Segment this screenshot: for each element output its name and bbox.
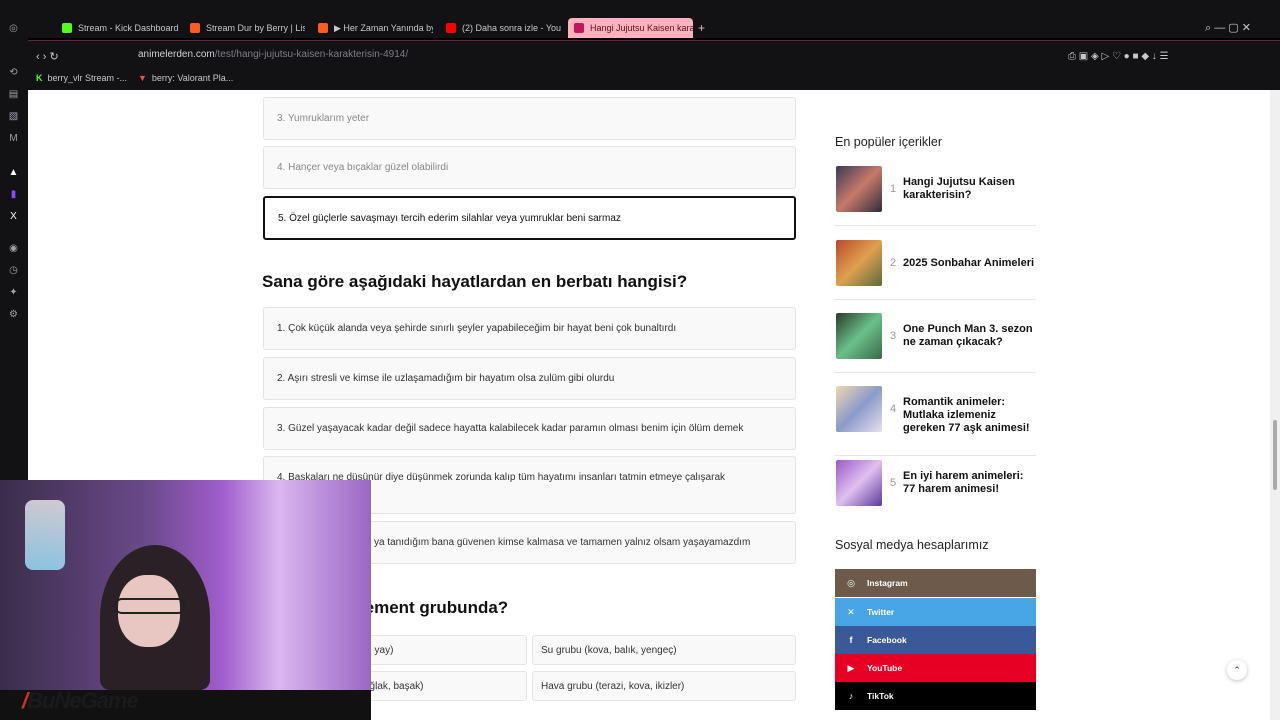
glasses-image (114, 598, 186, 614)
thumbnail-image (836, 386, 882, 432)
answer-option[interactable]: Hava grubu (terazi, kova, ikizler) (532, 671, 796, 701)
twitch-icon[interactable]: ▮ (7, 188, 20, 201)
instagram-icon: ◎ (847, 578, 855, 588)
answer-option[interactable]: 3. Yumruklarım yeter (263, 97, 796, 140)
history-icon[interactable]: ⟲ (7, 66, 20, 79)
thumbnail-image (836, 166, 882, 212)
url-path: /test/hangi-jujutsu-kaisen-karakterisin-… (214, 49, 409, 60)
popular-item[interactable]: 4 Romantik animeler: Mutlaka izlemeniz g… (835, 386, 1036, 456)
lamp-image (25, 500, 65, 570)
thumbnail-image (836, 460, 882, 506)
aria-icon[interactable]: ▲ (7, 166, 20, 179)
bookmark-berry-valorant[interactable]: ▼ berry: Valorant Pla... (138, 73, 233, 83)
opera-logo-icon[interactable]: ◎ (7, 22, 20, 35)
popular-item[interactable]: 5 En iyi harem animeleri: 77 harem anime… (835, 460, 1036, 520)
tab-label: ▶ Her Zaman Yanında by (334, 22, 433, 33)
answer-option[interactable]: 2. Aşırı stresli ve kimse ile uzlaşamadı… (263, 357, 796, 400)
popular-item-title: En iyi harem animeleri: 77 harem animesi… (903, 470, 1024, 495)
notes-icon[interactable]: ▧ (7, 110, 20, 123)
browser-tab-strip: ◎ Stream - Kick Dashboard Stream Dur by … (0, 0, 1280, 38)
instagram-link[interactable]: ◎ Instagram (835, 569, 1036, 597)
kick-icon (62, 23, 72, 33)
youtube-link[interactable]: ▶ YouTube (835, 654, 1036, 682)
social-label: YouTube (867, 663, 903, 673)
new-tab-button[interactable]: + (698, 18, 708, 38)
facebook-icon: f (849, 635, 853, 645)
settings-icon[interactable]: ⚙ (7, 308, 20, 321)
bookmarks-bar: K berry_vlr Stream -... ▼ berry: Valoran… (28, 70, 1280, 90)
clock-icon[interactable]: ◷ (7, 264, 20, 277)
popular-item-title: 2025 Sonbahar Animeleri (903, 257, 1035, 269)
x-icon: ✕ (847, 607, 855, 617)
bag-icon[interactable]: ▤ (7, 88, 20, 101)
x-icon[interactable]: X (7, 210, 20, 223)
tab-label: (2) Daha sonra izle - You (462, 23, 561, 33)
bookmark-berry-stream[interactable]: K berry_vlr Stream -... (36, 73, 127, 83)
popular-item-title: Hangi Jujutsu Kaisen karakterisin? (903, 176, 1015, 201)
rank-number: 3 (890, 330, 897, 342)
scroll-to-top-button[interactable]: ⌃ (1227, 660, 1247, 680)
popular-title: En popüler içerikler (835, 135, 942, 149)
answer-option[interactable]: 1. Çok küçük alanda veya şehirde sınırlı… (263, 307, 796, 350)
answer-option-selected[interactable]: 5. Özel güçlerle savaşmayı tercih ederim… (263, 196, 796, 240)
thumbnail-image (836, 313, 882, 359)
toolbar-icons[interactable]: ⎙ ▣ ◈ ▷ ♡ ● ■ ◆ ↓ ☰ (1068, 46, 1169, 66)
tab-label: Hangi Jujutsu Kaisen kara (590, 23, 693, 33)
popular-item[interactable]: 3 One Punch Man 3. sezon ne zaman çıkaca… (835, 313, 1036, 373)
bookmark-label: berry: Valorant Pla... (151, 73, 234, 83)
tab-stream-dur[interactable]: Stream Dur by Berry | Lis (190, 18, 305, 38)
tiktok-icon: ♪ (848, 691, 854, 701)
popular-item-title: One Punch Man 3. sezon ne zaman çıkacak? (903, 323, 1033, 348)
thumbnail-image (836, 240, 882, 286)
social-label: Twitter (867, 607, 895, 617)
answer-option[interactable]: 3. Güzel yaşayacak kadar değil sadece ha… (263, 407, 796, 450)
scrollbar-thumb[interactable] (1273, 420, 1277, 490)
url-field[interactable]: animelerden.com/test/hangi-jujutsu-kaise… (138, 49, 408, 60)
youtube-icon: ▶ (847, 663, 855, 673)
kick-icon: K (36, 73, 43, 83)
social-label: Instagram (867, 578, 908, 588)
tab-label: Stream - Kick Dashboard (78, 23, 179, 33)
social-title: Sosyal medya hesaplarımız (835, 538, 989, 552)
facebook-link[interactable]: f Facebook (835, 626, 1036, 654)
address-bar-row: ‹ › ↻ animelerden.com/test/hangi-jujutsu… (28, 40, 1280, 70)
tab-daha-sonra-izle[interactable]: (2) Daha sonra izle - You (446, 18, 561, 38)
bookmark-label: berry_vlr Stream -... (47, 73, 128, 83)
tab-her-zaman[interactable]: ▶ Her Zaman Yanında by (318, 18, 433, 38)
valorant-icon: ▼ (138, 73, 147, 83)
tab-jujutsu-kaisen[interactable]: Hangi Jujutsu Kaisen kara (568, 18, 693, 38)
popular-item[interactable]: 2 2025 Sonbahar Animeleri (835, 240, 1036, 300)
animelerden-icon (574, 23, 584, 33)
player-icon[interactable]: ◉ (7, 242, 20, 255)
rank-number: 4 (890, 403, 897, 415)
answer-option[interactable]: Su grubu (kova, balık, yengeç) (532, 635, 796, 665)
url-domain: animelerden.com (138, 49, 215, 60)
youtube-icon (446, 23, 456, 33)
youtube-music-icon (318, 23, 328, 33)
nav-buttons[interactable]: ‹ › ↻ (36, 46, 59, 66)
popular-item[interactable]: 1 Hangi Jujutsu Kaisen karakterisin? (835, 166, 1036, 226)
tab-kick-dashboard[interactable]: Stream - Kick Dashboard (62, 18, 182, 38)
rank-number: 2 (890, 257, 897, 269)
m-icon[interactable]: M (7, 132, 20, 145)
rank-number: 1 (890, 183, 897, 195)
question-title: Sana göre aşağıdaki hayatlardan en berba… (262, 272, 688, 291)
webcam-overlay (0, 480, 371, 690)
youtube-music-icon (190, 23, 200, 33)
social-label: TikTok (867, 691, 894, 701)
brand-logo: /BuNeGame (22, 688, 139, 714)
rank-number: 5 (890, 477, 897, 489)
scrollbar[interactable] (1270, 90, 1280, 720)
tiktok-link[interactable]: ♪ TikTok (835, 682, 1036, 710)
twitter-link[interactable]: ✕ Twitter (835, 598, 1036, 626)
tab-label: Stream Dur by Berry | Lis (206, 23, 305, 33)
social-label: Facebook (867, 635, 907, 645)
logo-text: BuNeGame (27, 688, 139, 713)
popular-item-title: Romantik animeler: Mutlaka izlemeniz ger… (903, 396, 1030, 434)
answer-option[interactable]: 4. Hançer veya bıçaklar güzel olabilirdi (263, 146, 796, 189)
extensions-icon[interactable]: ✦ (7, 286, 20, 299)
window-controls[interactable]: ⌕ — ▢ ✕ (1205, 18, 1275, 38)
